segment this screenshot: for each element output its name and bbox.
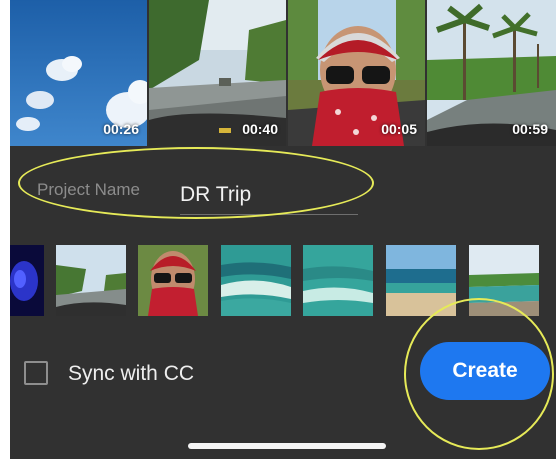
frame-thumbnail-7 bbox=[469, 245, 539, 316]
frame-thumbnail-6 bbox=[386, 245, 456, 316]
clip-thumbnail-road[interactable]: 00:40 bbox=[149, 0, 286, 146]
project-name-input[interactable] bbox=[180, 175, 358, 215]
home-indicator bbox=[188, 443, 386, 449]
sync-label: Sync with CC bbox=[68, 362, 195, 385]
project-name-label: Project Name bbox=[37, 180, 140, 199]
sync-checkbox[interactable] bbox=[24, 361, 48, 385]
clip-thumbnail-palm-road[interactable]: 00:59 bbox=[427, 0, 556, 146]
frame-thumbnail-1 bbox=[10, 245, 44, 316]
clip-duration: 00:05 bbox=[381, 121, 417, 137]
frame-thumbnail-5 bbox=[303, 245, 373, 316]
clip-duration: 00:26 bbox=[103, 121, 139, 137]
frame-thumbnail-4 bbox=[221, 245, 291, 316]
clip-duration: 00:59 bbox=[512, 121, 548, 137]
clip-thumbnail-selfie[interactable]: 00:05 bbox=[288, 0, 425, 146]
clip-duration: 00:40 bbox=[242, 121, 278, 137]
new-project-screen: 00:26 00:40 00:05 00:59 Project Name DR … bbox=[10, 0, 556, 459]
frame-thumbnail-3 bbox=[138, 245, 208, 316]
create-button[interactable]: Create bbox=[420, 342, 550, 400]
clip-thumbnail-sky[interactable]: 00:26 bbox=[10, 0, 147, 146]
frame-thumbnail-2 bbox=[56, 245, 126, 316]
